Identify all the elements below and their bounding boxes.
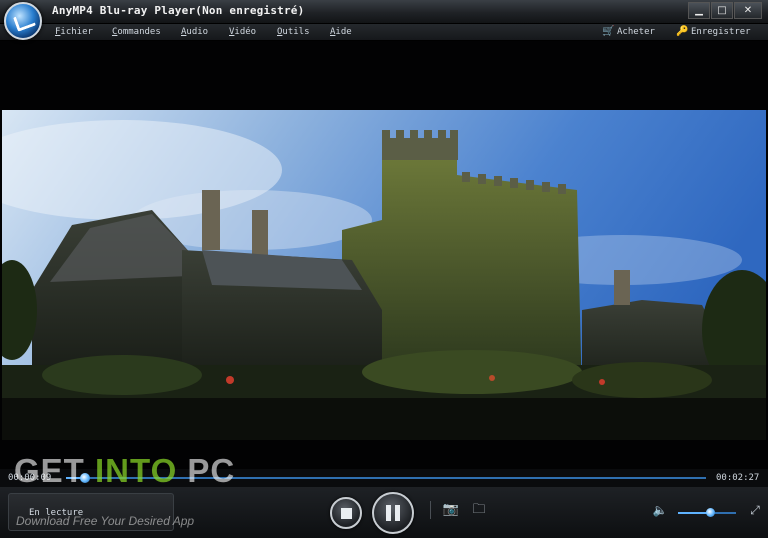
video-area[interactable] bbox=[0, 41, 768, 469]
stop-icon bbox=[340, 507, 352, 519]
pause-icon bbox=[386, 505, 391, 521]
menu-fichier[interactable]: Fichier bbox=[55, 27, 93, 37]
video-frame[interactable] bbox=[2, 110, 766, 440]
maximize-button[interactable]: □ bbox=[711, 2, 733, 19]
title-bar: AnyMP4 Blu-ray Player(Non enregistré) ▁ … bbox=[0, 0, 768, 24]
menu-aide[interactable]: Aide bbox=[330, 27, 352, 37]
close-button[interactable]: ✕ bbox=[734, 2, 762, 19]
menu-audio[interactable]: Audio bbox=[181, 27, 208, 37]
window-title: AnyMP4 Blu-ray Player(Non enregistré) bbox=[52, 4, 305, 17]
control-bar: En lecture 📷 🗀 🔈 ⤢ bbox=[0, 487, 768, 538]
folder-icon[interactable]: 🗀 bbox=[470, 503, 488, 517]
menu-bar: Fichier Commandes Audio Vidéo Outils Aid… bbox=[0, 24, 768, 41]
buy-label: Acheter bbox=[617, 27, 655, 37]
volume-slider[interactable] bbox=[678, 508, 736, 517]
menu-outils[interactable]: Outils bbox=[277, 27, 310, 37]
stop-button[interactable] bbox=[330, 497, 362, 529]
minimize-button[interactable]: ▁ bbox=[688, 2, 710, 19]
key-icon: 🔑 bbox=[676, 26, 689, 37]
anymp4-logo-icon[interactable] bbox=[4, 2, 42, 40]
fullscreen-icon[interactable]: ⤢ bbox=[746, 503, 764, 517]
speaker-icon[interactable]: 🔈 bbox=[651, 503, 669, 517]
divider bbox=[430, 501, 431, 519]
register-button[interactable]: 🔑 Enregistrer bbox=[676, 26, 751, 38]
pause-button[interactable] bbox=[372, 492, 414, 534]
watermark-tagline: Download Free Your Desired App bbox=[16, 514, 195, 528]
volume-handle[interactable] bbox=[705, 508, 715, 517]
watermark: GET INTO PC bbox=[14, 452, 236, 489]
camera-icon[interactable]: 📷 bbox=[442, 503, 460, 517]
total-time: 00:02:27 bbox=[716, 473, 760, 483]
menu-video[interactable]: Vidéo bbox=[229, 27, 256, 37]
register-label: Enregistrer bbox=[691, 27, 751, 37]
cart-icon: 🛒 bbox=[602, 26, 615, 37]
video-image bbox=[2, 110, 766, 440]
buy-button[interactable]: 🛒 Acheter bbox=[602, 26, 655, 38]
menu-commandes[interactable]: Commandes bbox=[112, 27, 161, 37]
